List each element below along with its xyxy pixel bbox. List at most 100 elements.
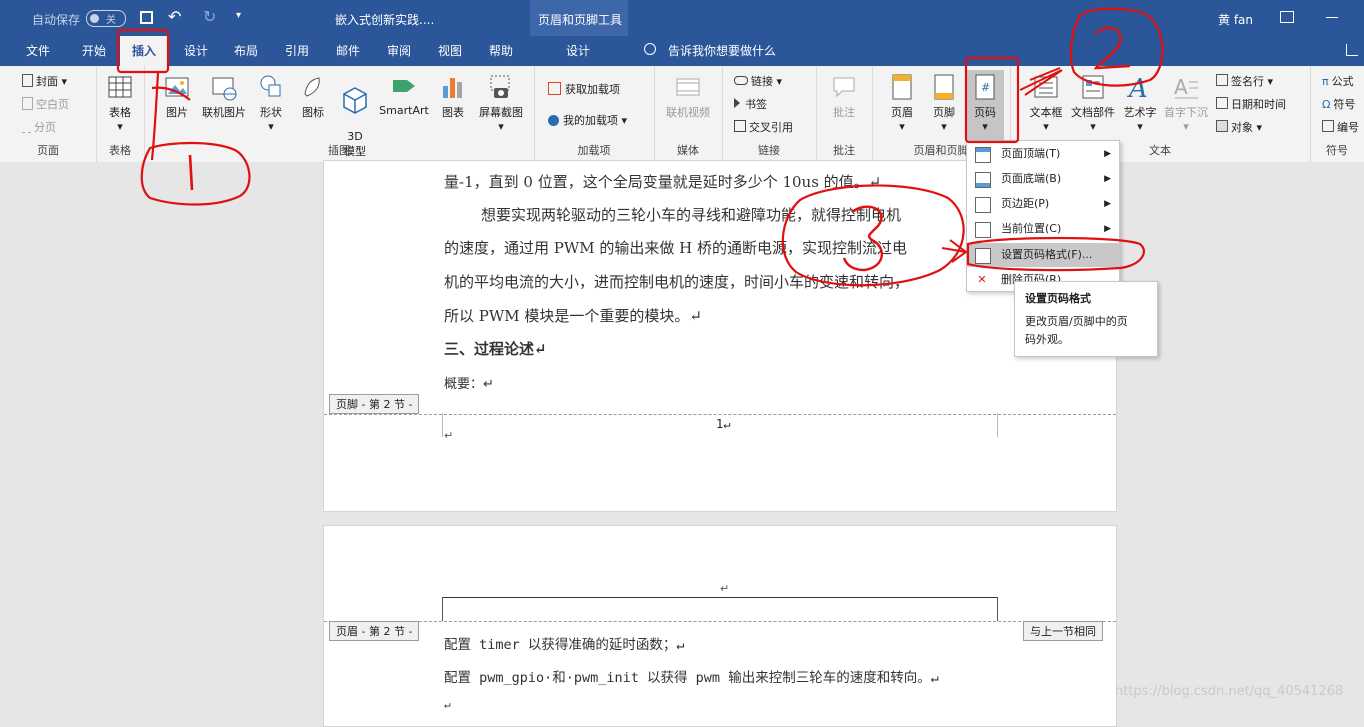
smartart-button[interactable]: SmartArt bbox=[376, 72, 432, 117]
tell-me-search[interactable]: 告诉我你想要做什么 bbox=[668, 36, 788, 66]
footer-icon bbox=[934, 74, 954, 100]
watermark: https://blog.csdn.net/qq_40541268 bbox=[1115, 684, 1344, 699]
object-button[interactable]: 对象 ▾ bbox=[1216, 119, 1262, 135]
icons-label: 图标 bbox=[302, 106, 324, 119]
wordart-button[interactable]: A 艺术字 ▾ bbox=[1120, 72, 1160, 133]
picture-label: 图片 bbox=[166, 106, 188, 119]
body-line[interactable]: 所以 PWM 模块是一个重要的模块。↵ bbox=[444, 305, 702, 326]
header-section-tag: 页眉 - 第 2 节 - bbox=[329, 621, 420, 641]
get-addins-button[interactable]: 获取加载项 bbox=[548, 81, 620, 97]
share-icon[interactable] bbox=[1346, 44, 1358, 56]
menu-item-current-position[interactable]: 当前位置(C) ▶ bbox=[967, 217, 1119, 241]
menu-item-bottom-of-page[interactable]: 页面底端(B) ▶ bbox=[967, 167, 1119, 191]
autosave-label: 自动保存 bbox=[32, 13, 81, 27]
link-label: 链接 bbox=[751, 75, 773, 88]
screenshot-button[interactable]: 屏幕截图 ▾ bbox=[474, 72, 528, 133]
tab-home[interactable]: 开始 bbox=[74, 36, 114, 66]
summary-line[interactable]: 概要：↵ bbox=[444, 373, 494, 392]
bookmark-button[interactable]: 书签 bbox=[734, 96, 767, 112]
drop-cap-button[interactable]: A 首字下沉 ▾ bbox=[1160, 72, 1212, 133]
user-name[interactable]: 黄 fan bbox=[1218, 11, 1253, 28]
group-label-pages: 页面 bbox=[37, 144, 59, 157]
document-area[interactable]: 量-1，直到 0 位置，这个全局变量就是延时多少个 10us 的值。↵ 想要实现… bbox=[0, 160, 1364, 727]
autosave-toggle[interactable]: 关 bbox=[86, 10, 126, 27]
section-heading[interactable]: 三、过程论述↵ bbox=[444, 338, 547, 359]
online-pictures-button[interactable]: 联机图片 bbox=[198, 72, 250, 120]
object-icon bbox=[1216, 120, 1228, 132]
undo-icon[interactable]: ↶ bbox=[168, 7, 181, 26]
submenu-arrow-icon: ▶ bbox=[1104, 199, 1111, 209]
title-bar: 自动保存 关 ↶ ↻ ▾ 嵌入式创新实践.... 页眉和页脚工具 黄 fan bbox=[0, 0, 1364, 66]
shapes-label: 形状 bbox=[260, 106, 282, 119]
body-line[interactable]: 想要实现两轮驱动的三轮小车的寻线和避障功能，就得控制电机 bbox=[481, 204, 901, 225]
date-time-button[interactable]: 日期和时间 bbox=[1216, 96, 1286, 112]
tab-references[interactable]: 引用 bbox=[277, 36, 317, 66]
link-button[interactable]: 链接 ▾ bbox=[734, 73, 782, 89]
body-line[interactable]: ↵ bbox=[444, 698, 451, 711]
body-line[interactable]: 机的平均电流的大小，进而控制电机的速度，时间小车的变速和转向， bbox=[444, 271, 909, 292]
menu-item-page-margins[interactable]: 页边距(P) ▶ bbox=[967, 192, 1119, 216]
menu-item-label: 页面底端(B) bbox=[1001, 172, 1062, 185]
equation-button[interactable]: π 公式 bbox=[1322, 73, 1354, 89]
icons-button[interactable]: 图标 bbox=[296, 72, 330, 120]
tab-layout[interactable]: 布局 bbox=[226, 36, 266, 66]
blank-page-label: 空白页 bbox=[36, 98, 69, 111]
footer-button[interactable]: 页脚 ▾ bbox=[926, 72, 962, 133]
pi-icon: π bbox=[1322, 75, 1329, 88]
table-button[interactable]: 表格 ▾ bbox=[102, 72, 138, 133]
blank-page-button[interactable]: 空白页 bbox=[22, 96, 69, 112]
chart-button[interactable]: 图表 bbox=[436, 72, 470, 120]
tab-mailings[interactable]: 邮件 bbox=[328, 36, 368, 66]
page-top-icon bbox=[975, 147, 991, 163]
group-comments: 批注 批注 bbox=[816, 66, 873, 162]
quick-parts-button[interactable]: 文档部件 ▾ bbox=[1068, 72, 1118, 133]
save-icon[interactable] bbox=[140, 11, 153, 24]
submenu-arrow-icon: ▶ bbox=[1104, 224, 1111, 234]
page-2[interactable]: ↵ 配置 timer 以获得准确的延时函数；↵ 配置 pwm_gpio·和·pw… bbox=[323, 525, 1117, 727]
online-video-button[interactable]: 联机视频 bbox=[660, 72, 716, 120]
body-line[interactable]: 的速度，通过用 PWM 的输出来做 H 桥的通断电源，实现控制流过电 bbox=[444, 237, 907, 258]
page-break-button[interactable]: 分页 bbox=[22, 119, 56, 135]
comment-label: 批注 bbox=[833, 106, 855, 119]
body-line[interactable]: 量-1，直到 0 位置，这个全局变量就是延时多少个 10us 的值。↵ bbox=[444, 171, 881, 192]
cross-reference-button[interactable]: 交叉引用 bbox=[734, 119, 793, 135]
remove-page-numbers-icon: ✕ bbox=[977, 273, 987, 286]
shapes-button[interactable]: 形状 ▾ bbox=[254, 72, 288, 133]
tab-review[interactable]: 审阅 bbox=[379, 36, 419, 66]
menu-item-format-page-numbers[interactable]: 设置页码格式(F)... bbox=[967, 243, 1119, 267]
svg-text:#: # bbox=[981, 81, 990, 94]
quick-parts-icon bbox=[1082, 75, 1104, 99]
tab-help[interactable]: 帮助 bbox=[481, 36, 521, 66]
number-button[interactable]: 编号 bbox=[1322, 119, 1359, 135]
signature-line-button[interactable]: 签名行 ▾ bbox=[1216, 73, 1273, 89]
ribbon-display-icon[interactable] bbox=[1280, 11, 1294, 23]
symbol-button[interactable]: Ω 符号 bbox=[1322, 96, 1355, 112]
my-addins-button[interactable]: 我的加载项 ▾ bbox=[548, 112, 627, 128]
redo-icon[interactable]: ↻ bbox=[203, 7, 216, 26]
page-bottom-icon bbox=[975, 172, 991, 188]
tab-design[interactable]: 设计 bbox=[176, 36, 216, 66]
online-video-label: 联机视频 bbox=[666, 106, 710, 119]
tab-hf-design[interactable]: 设计 bbox=[556, 36, 600, 66]
submenu-arrow-icon: ▶ bbox=[1104, 149, 1111, 159]
lightbulb-icon bbox=[644, 43, 656, 55]
my-addins-label: 我的加载项 bbox=[563, 114, 618, 127]
cover-page-button[interactable]: 封面 ▾ bbox=[22, 73, 67, 89]
textbox-button[interactable]: 文本框 ▾ bbox=[1026, 72, 1066, 133]
page-number-field[interactable]: 1↵ bbox=[716, 417, 730, 431]
body-line[interactable]: 配置 timer 以获得准确的延时函数；↵ bbox=[444, 633, 685, 653]
body-line[interactable]: 配置 pwm_gpio·和·pwm_init 以获得 pwm 输出来控制三轮车的… bbox=[444, 666, 939, 686]
tab-file[interactable]: 文件 bbox=[18, 36, 58, 66]
tab-insert[interactable]: 插入 bbox=[120, 36, 168, 66]
quick-parts-label: 文档部件 bbox=[1071, 106, 1115, 119]
menu-item-top-of-page[interactable]: 页面顶端(T) ▶ bbox=[967, 142, 1119, 166]
page-number-button[interactable]: # 页码 ▾ bbox=[966, 70, 1004, 140]
format-page-numbers-icon bbox=[975, 248, 991, 264]
header-button[interactable]: 页眉 ▾ bbox=[884, 72, 920, 133]
tab-view[interactable]: 视图 bbox=[430, 36, 470, 66]
group-label-media: 媒体 bbox=[677, 144, 699, 157]
picture-button[interactable]: 图片 bbox=[160, 72, 194, 120]
customize-qat-icon[interactable]: ▾ bbox=[236, 10, 241, 21]
comment-button[interactable]: 批注 bbox=[824, 72, 864, 120]
minimize-icon[interactable] bbox=[1326, 17, 1338, 18]
